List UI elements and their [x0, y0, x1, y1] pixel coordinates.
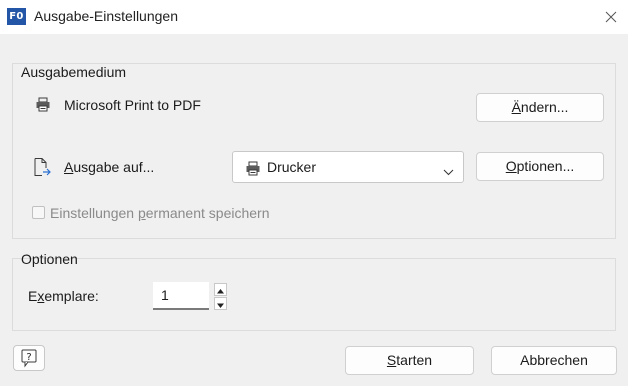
chevron-down-icon[interactable]: [443, 163, 454, 179]
close-icon[interactable]: [598, 4, 624, 30]
change-button-rest: ndern...: [520, 99, 569, 115]
options-button-accel: O: [505, 158, 517, 174]
save-settings-rest: ermanent speichern: [145, 205, 270, 221]
printer-icon: [35, 97, 51, 115]
output-target-select[interactable]: Drucker: [232, 151, 464, 183]
printer-icon: [245, 161, 261, 179]
save-settings-label: Einstellungen permanent speichern: [50, 205, 270, 221]
output-to-label: Ausgabe auf...: [64, 159, 154, 175]
spin-up-icon[interactable]: [214, 283, 227, 296]
app-logo-icon: F0: [7, 8, 26, 25]
start-button[interactable]: Starten: [345, 346, 474, 375]
change-button-accel: Ä: [511, 99, 521, 115]
output-target-value: Drucker: [267, 159, 317, 175]
start-button-accel: S: [386, 352, 397, 368]
help-button[interactable]: ?: [13, 345, 45, 371]
output-to-label-accel: A: [64, 159, 74, 175]
start-button-rest: tarten: [396, 352, 433, 368]
svg-text:?: ?: [26, 352, 31, 363]
output-to-label-rest: usgabe auf...: [73, 159, 155, 175]
save-settings-prefix: Einstellungen: [50, 205, 138, 221]
help-icon: ?: [14, 349, 44, 373]
options-button[interactable]: Optionen...: [476, 152, 604, 181]
options-group-title: Optionen: [21, 251, 78, 267]
output-medium-group-title: Ausgabemedium: [21, 64, 127, 80]
copies-label: Exemplare:: [28, 288, 99, 304]
copies-label-rest: emplare:: [44, 288, 99, 304]
document-output-icon: [33, 157, 51, 180]
printer-name: Microsoft Print to PDF: [64, 97, 201, 113]
dialog-window: F0 Ausgabe-Einstellungen Ausgabemedium M…: [0, 0, 628, 386]
save-settings-accel: p: [137, 205, 146, 221]
cancel-button[interactable]: Abbrechen: [491, 346, 617, 375]
copies-label-prefix: E: [28, 288, 38, 304]
save-settings-checkbox[interactable]: [32, 206, 45, 219]
change-button[interactable]: Ändern...: [476, 93, 604, 122]
options-button-rest: ptionen...: [516, 158, 575, 174]
copies-input[interactable]: [153, 282, 209, 310]
title-bar: F0 Ausgabe-Einstellungen: [0, 0, 628, 34]
spin-down-icon[interactable]: [214, 297, 227, 310]
window-title: Ausgabe-Einstellungen: [34, 8, 178, 24]
options-group: [12, 258, 616, 331]
